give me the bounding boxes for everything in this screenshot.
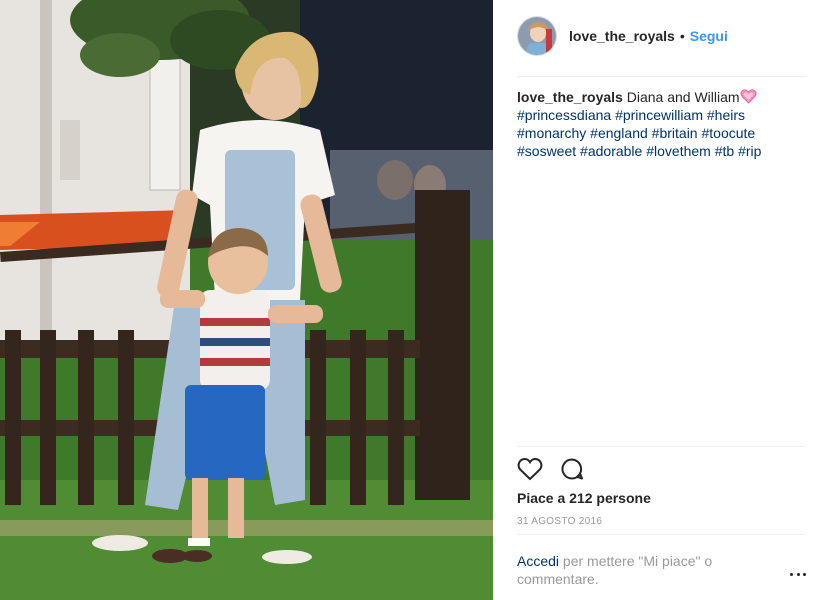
- hashtag-link[interactable]: #princewilliam: [615, 107, 703, 123]
- post-date: 31 AGOSTO 2016: [517, 516, 603, 527]
- caption-text: Diana and William: [626, 89, 740, 105]
- hashtag-link[interactable]: #tb: [715, 143, 734, 159]
- heart-outline-icon[interactable]: [517, 457, 543, 481]
- login-link[interactable]: Accedi: [517, 553, 559, 569]
- follow-button[interactable]: Segui: [690, 28, 728, 44]
- caption-username[interactable]: love_the_royals: [517, 89, 623, 105]
- hashtag-list: #princessdiana #princewilliam #heirs #mo…: [517, 107, 761, 159]
- hashtag-link[interactable]: #britain: [652, 125, 698, 141]
- hashtag-link[interactable]: #heirs: [707, 107, 745, 123]
- like-count[interactable]: Piace a 212 persone: [517, 490, 651, 506]
- hashtag-link[interactable]: #england: [590, 125, 648, 141]
- hashtag-link[interactable]: #toocute: [701, 125, 755, 141]
- hashtag-link[interactable]: #adorable: [580, 143, 642, 159]
- post-side-panel: love_the_royals • Segui love_the_royals …: [493, 0, 830, 600]
- hashtag-link[interactable]: #rip: [738, 143, 761, 159]
- hashtag-link[interactable]: #sosweet: [517, 143, 576, 159]
- post-caption: love_the_royals Diana and William #princ…: [517, 88, 797, 160]
- sparkling-heart-icon: [740, 89, 757, 104]
- avatar[interactable]: [517, 16, 557, 56]
- more-options-icon[interactable]: [790, 568, 806, 580]
- comment-bubble-icon[interactable]: [559, 457, 585, 481]
- divider: [517, 534, 806, 535]
- post-username[interactable]: love_the_royals: [569, 28, 675, 44]
- post-header: love_the_royals • Segui: [517, 16, 806, 56]
- hashtag-link[interactable]: #monarchy: [517, 125, 586, 141]
- divider: [517, 76, 806, 77]
- post-actions: [517, 457, 601, 481]
- hashtag-link[interactable]: #lovethem: [646, 143, 711, 159]
- login-prompt: Accedi per mettere "Mi piace" o commenta…: [517, 552, 757, 588]
- post-photo-image: [0, 0, 493, 600]
- divider: [517, 446, 806, 447]
- separator-dot: •: [679, 28, 685, 44]
- post-photo[interactable]: [0, 0, 493, 600]
- hashtag-link[interactable]: #princessdiana: [517, 107, 611, 123]
